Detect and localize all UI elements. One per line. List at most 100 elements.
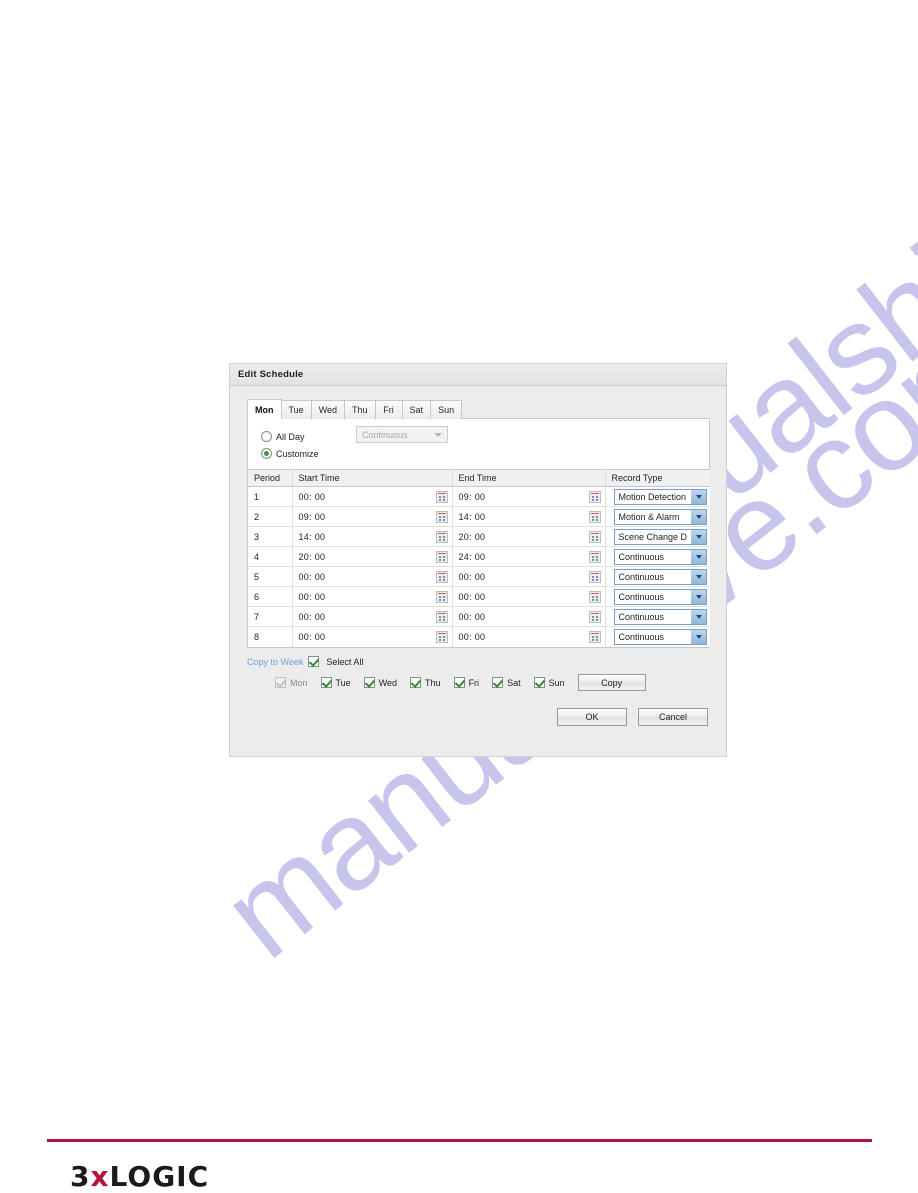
day-label: Tue [335,677,351,688]
tab-mon[interactable]: Mon [247,399,282,419]
calendar-icon[interactable] [588,510,601,523]
tab-sun[interactable]: Sun [430,400,463,419]
record-type-cell[interactable]: Continuous [605,566,710,587]
end-time-cell[interactable]: 00: 00 [452,566,606,587]
cancel-button[interactable]: Cancel [638,707,708,726]
tab-wed[interactable]: Wed [310,400,346,419]
all-day-option[interactable]: All Day [261,428,709,445]
record-type-select[interactable]: Continuous [613,548,707,565]
start-time-cell[interactable]: 14: 00 [292,526,453,547]
calendar-icon[interactable] [588,570,601,583]
day-checkbox-sun[interactable]: Sun [530,677,565,688]
record-type-cell[interactable]: Continuous [605,606,710,627]
customize-option[interactable]: Customize [261,445,709,462]
record-type-select[interactable]: Continuous [613,608,707,625]
chevron-down-icon[interactable] [691,549,706,564]
record-type-cell[interactable]: Continuous [605,586,710,607]
checkbox-fri[interactable] [453,677,465,688]
brand-logo: 3xLOGIC [70,1160,209,1193]
record-type-select[interactable]: Motion & Alarm [613,508,707,525]
table-header-row: Period Start Time End Time Record Type [248,469,710,487]
start-time-cell[interactable]: 00: 00 [292,486,453,507]
end-time-cell[interactable]: 20: 00 [452,526,606,547]
record-type-value: Motion Detection [618,491,687,502]
all-day-record-type-select: Continuous [356,426,448,443]
start-time-cell[interactable]: 00: 00 [292,586,453,607]
record-type-select[interactable]: Continuous [613,568,707,585]
checkbox-tue[interactable] [320,677,332,688]
checkbox-sun[interactable] [533,677,545,688]
record-type-cell[interactable]: Motion & Alarm [605,506,710,527]
calendar-icon[interactable] [588,550,601,563]
calendar-icon[interactable] [435,510,448,523]
all-day-label: All Day [276,431,305,442]
start-time-cell[interactable]: 00: 00 [292,606,453,627]
tab-sat[interactable]: Sat [401,400,432,419]
start-time-cell[interactable]: 00: 00 [292,626,453,647]
calendar-icon[interactable] [435,630,448,643]
brand-x: x [90,1160,110,1193]
customize-radio[interactable] [261,448,272,459]
start-time-cell[interactable]: 00: 00 [292,566,453,587]
end-time-cell[interactable]: 09: 00 [452,486,606,507]
tab-tue[interactable]: Tue [280,400,312,419]
record-type-select[interactable]: Motion Detection [613,488,707,505]
calendar-icon[interactable] [435,550,448,563]
select-all-checkbox[interactable] [308,656,320,667]
calendar-icon[interactable] [435,490,448,503]
record-type-select[interactable]: Scene Change D [613,528,707,545]
end-time-cell[interactable]: 00: 00 [452,586,606,607]
end-time-cell[interactable]: 24: 00 [452,546,606,567]
start-time-cell[interactable]: 09: 00 [292,506,453,527]
day-checkbox-wed[interactable]: Wed [360,677,397,688]
day-checkbox-thu[interactable]: Thu [406,677,441,688]
copy-to-week-link[interactable]: Copy to Week [247,657,303,667]
end-time-cell[interactable]: 00: 00 [452,626,606,647]
period-cell: 3 [248,526,293,547]
select-all-label: Select All [326,656,364,667]
calendar-icon[interactable] [588,630,601,643]
calendar-icon[interactable] [435,530,448,543]
period-cell: 8 [248,626,293,647]
day-checkbox-fri[interactable]: Fri [450,677,479,688]
start-time-cell[interactable]: 20: 00 [292,546,453,567]
brand-prefix: 3 [70,1160,91,1193]
chevron-down-icon[interactable] [691,609,706,624]
dialog-body: Mon Tue Wed Thu Fri Sat Sun All Day Cust… [230,386,726,726]
chevron-down-icon[interactable] [691,569,706,584]
calendar-icon[interactable] [588,610,601,623]
end-time-cell[interactable]: 14: 00 [452,506,606,527]
chevron-down-icon[interactable] [691,589,706,604]
chevron-down-icon[interactable] [691,509,706,524]
day-checkbox-sat[interactable]: Sat [488,677,521,688]
calendar-icon[interactable] [588,490,601,503]
ok-button[interactable]: OK [557,707,627,726]
record-type-cell[interactable]: Continuous [605,546,710,567]
chevron-down-icon[interactable] [691,529,706,544]
record-type-select[interactable]: Continuous [613,588,707,605]
record-type-cell[interactable]: Continuous [605,626,710,647]
checkbox-thu[interactable] [410,677,422,688]
record-type-cell[interactable]: Scene Change D [605,526,710,547]
end-time-cell[interactable]: 00: 00 [452,606,606,627]
checkbox-mon [275,677,286,688]
day-checkbox-tue[interactable]: Tue [317,677,351,688]
checkbox-sat[interactable] [492,677,504,688]
calendar-icon[interactable] [435,570,448,583]
table-row: 6 00: 00 00: 00 Continuous [248,586,710,607]
record-type-select[interactable]: Continuous [613,628,707,645]
tab-thu[interactable]: Thu [344,400,376,419]
tab-fri[interactable]: Fri [374,400,403,419]
record-type-value: Continuous [618,571,665,582]
checkbox-wed[interactable] [363,677,375,688]
chevron-down-icon[interactable] [691,489,706,504]
all-day-radio[interactable] [261,431,272,442]
copy-button[interactable]: Copy [577,674,646,691]
chevron-down-icon[interactable] [691,629,706,644]
calendar-icon[interactable] [435,610,448,623]
calendar-icon[interactable] [588,590,601,603]
calendar-icon[interactable] [588,530,601,543]
calendar-icon[interactable] [435,590,448,603]
record-type-cell[interactable]: Motion Detection [605,486,710,507]
end-time-value: 00: 00 [458,571,486,582]
